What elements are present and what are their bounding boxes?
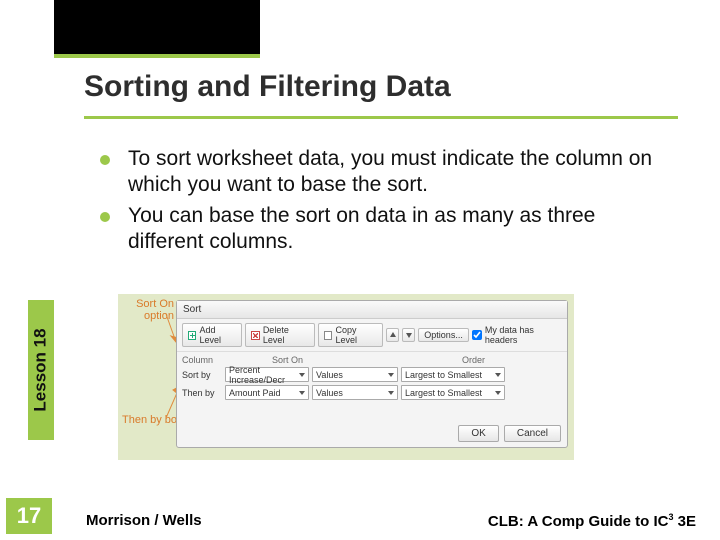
cancel-button[interactable]: Cancel bbox=[504, 425, 561, 442]
sort-row: Sort by Percent Increase/Decr Values Lar… bbox=[182, 367, 562, 382]
column-select[interactable]: Percent Increase/Decr bbox=[225, 367, 309, 382]
header-sort-on: Sort On bbox=[272, 355, 372, 365]
top-green-accent bbox=[54, 54, 260, 58]
add-level-button[interactable]: Add Level bbox=[182, 323, 242, 347]
add-level-label: Add Level bbox=[199, 325, 236, 345]
dialog-title: Sort bbox=[177, 301, 567, 319]
bullet-item: To sort worksheet data, you must indicat… bbox=[100, 146, 672, 199]
copy-level-button[interactable]: Copy Level bbox=[318, 323, 383, 347]
footer-left: Morrison / Wells bbox=[86, 512, 202, 530]
row-label: Then by bbox=[182, 388, 222, 398]
slide-title: Sorting and Filtering Data bbox=[84, 70, 451, 104]
copy-level-label: Copy Level bbox=[335, 325, 377, 345]
copy-icon bbox=[324, 331, 332, 340]
ok-button[interactable]: OK bbox=[458, 425, 498, 442]
title-underline bbox=[84, 116, 678, 119]
chevron-down-icon bbox=[495, 391, 501, 395]
dialog-column-headers: Column Sort On Order bbox=[177, 352, 567, 365]
bullet-text: To sort worksheet data, you must indicat… bbox=[128, 146, 672, 199]
chevron-up-icon bbox=[389, 331, 397, 339]
slide: Sorting and Filtering Data To sort works… bbox=[0, 0, 720, 540]
chevron-down-icon bbox=[299, 391, 305, 395]
dialog-rows: Sort by Percent Increase/Decr Values Lar… bbox=[177, 365, 567, 405]
move-down-button[interactable] bbox=[402, 328, 415, 342]
move-up-button[interactable] bbox=[386, 328, 399, 342]
delete-level-button[interactable]: Delete Level bbox=[245, 323, 315, 347]
lesson-sidebar: Lesson 18 bbox=[28, 300, 54, 440]
header-order: Order bbox=[462, 355, 562, 365]
headers-checkbox-input[interactable] bbox=[472, 330, 482, 340]
bullet-dot-icon bbox=[100, 155, 110, 165]
top-black-box bbox=[54, 0, 260, 54]
options-label: Options... bbox=[424, 330, 463, 340]
headers-checkbox-label: My data has headers bbox=[485, 325, 562, 345]
sort-row: Then by Amount Paid Values Largest to Sm… bbox=[182, 385, 562, 400]
dialog-illustration: Sort On option Then by box Order option … bbox=[118, 294, 574, 460]
dialog-footer: OK Cancel bbox=[458, 425, 561, 442]
footer-right: CLB: A Comp Guide to IC3 3E bbox=[488, 512, 696, 530]
dialog-toolbar: Add Level Delete Level Copy Level Op bbox=[177, 319, 567, 352]
bullet-dot-icon bbox=[100, 212, 110, 222]
column-select[interactable]: Amount Paid bbox=[225, 385, 309, 400]
sort-on-select[interactable]: Values bbox=[312, 367, 398, 382]
add-icon bbox=[188, 331, 196, 340]
options-button[interactable]: Options... bbox=[418, 328, 469, 342]
chevron-down-icon bbox=[388, 373, 394, 377]
row-label: Sort by bbox=[182, 370, 222, 380]
chevron-down-icon bbox=[388, 391, 394, 395]
headers-checkbox[interactable]: My data has headers bbox=[472, 325, 562, 345]
footer: Morrison / Wells CLB: A Comp Guide to IC… bbox=[86, 512, 696, 530]
sort-dialog: Sort Add Level Delete Level Copy Level bbox=[176, 300, 568, 448]
delete-icon bbox=[251, 331, 259, 340]
chevron-down-icon bbox=[299, 373, 305, 377]
order-select[interactable]: Largest to Smallest bbox=[401, 367, 505, 382]
chevron-down-icon bbox=[495, 373, 501, 377]
lesson-label: Lesson 18 bbox=[31, 328, 51, 411]
bullet-item: You can base the sort on data in as many… bbox=[100, 203, 672, 256]
delete-level-label: Delete Level bbox=[263, 325, 309, 345]
header-column: Column bbox=[182, 355, 272, 365]
chevron-down-icon bbox=[405, 331, 413, 339]
order-select[interactable]: Largest to Smallest bbox=[401, 385, 505, 400]
bullet-list: To sort worksheet data, you must indicat… bbox=[100, 146, 672, 259]
bullet-text: You can base the sort on data in as many… bbox=[128, 203, 672, 256]
sort-on-select[interactable]: Values bbox=[312, 385, 398, 400]
page-number: 17 bbox=[6, 498, 52, 534]
